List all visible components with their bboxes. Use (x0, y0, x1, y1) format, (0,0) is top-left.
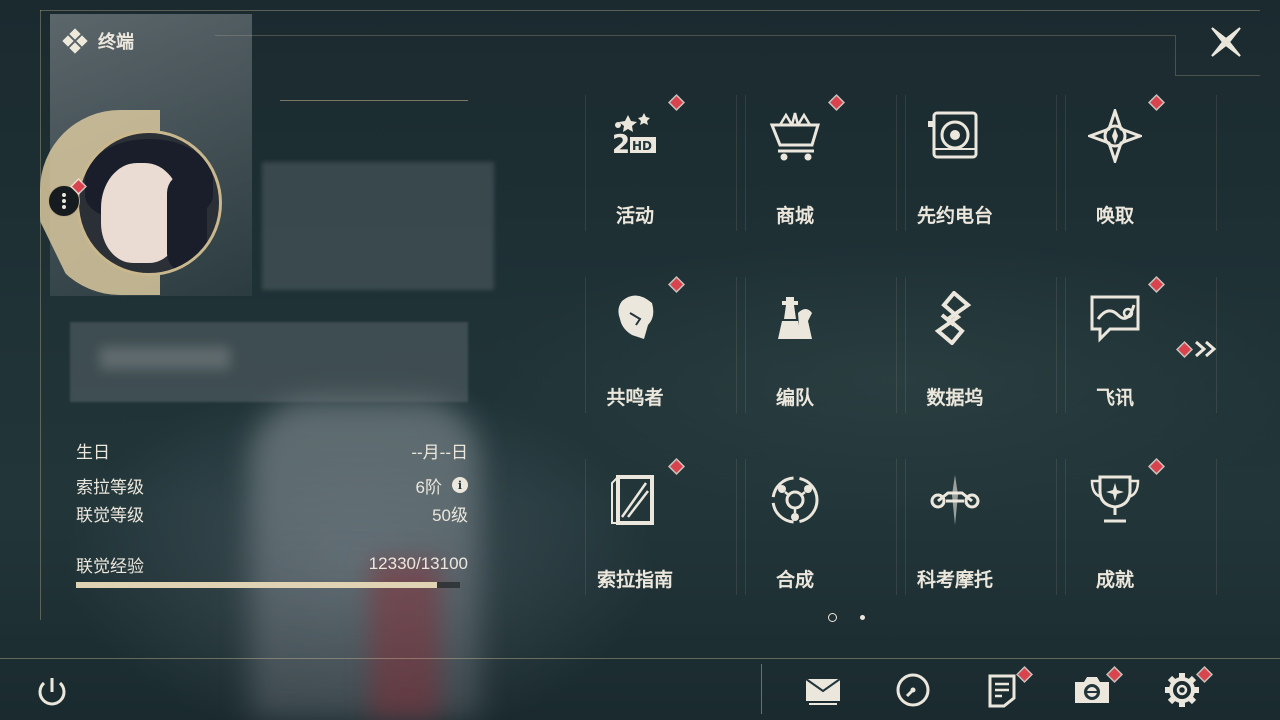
menu-item-label: 成就 (1095, 570, 1134, 591)
exp-section: 联觉经验 12330/13100 (76, 550, 468, 588)
settings-button[interactable] (1162, 670, 1202, 710)
clock-icon (896, 673, 930, 707)
sola-level-label: 索拉等级 (76, 477, 144, 497)
chat-message-icon (1090, 295, 1140, 343)
mail-button[interactable] (803, 670, 843, 710)
union-level-label: 联觉等级 (76, 505, 144, 525)
frame-line (1175, 75, 1260, 76)
menu-item-label: 数据坞 (926, 388, 984, 409)
frame-line (40, 10, 1260, 11)
window-title-text: 终端 (98, 32, 134, 52)
menu-item-label: 共鸣者 (606, 388, 664, 409)
menu-item-radio[interactable]: 先约电台 (905, 95, 1065, 231)
birthday-value: --月--日 (411, 442, 468, 462)
player-name-blurred (262, 162, 494, 290)
exp-row: 联觉经验 12330/13100 (76, 550, 468, 578)
menu-item-shop-cart[interactable]: 商城 (745, 95, 905, 231)
camera-icon (1075, 677, 1109, 703)
birthday-label: 生日 (76, 442, 110, 462)
union-level-value: 50级 (432, 505, 468, 525)
menu-item-label: 科考摩托 (916, 570, 993, 591)
menu-item-convene-star[interactable]: 唤取 (1065, 95, 1225, 231)
notice-button[interactable] (982, 670, 1022, 710)
menu-item-label: 商城 (775, 206, 814, 227)
chess-team-icon (778, 297, 812, 339)
page-dot-active[interactable] (828, 613, 837, 622)
notice-board-icon (988, 674, 1016, 708)
menu-item-label: 飞讯 (1095, 388, 1134, 409)
menu-item-trophy[interactable]: 成就 (1065, 459, 1225, 595)
svg-text:HD: HD (632, 139, 652, 153)
menu-item-event-2nd-anniversary[interactable]: 2 HD 活动 (585, 95, 745, 231)
double-chevron-right-icon (1195, 340, 1217, 358)
avatar-hair-side (167, 173, 207, 273)
menu-item-data-bank[interactable]: 数据坞 (905, 277, 1065, 413)
info-icon[interactable]: i (452, 477, 468, 493)
motorbike-icon (930, 475, 980, 525)
bottom-divider (761, 664, 762, 714)
gear-icon (1165, 673, 1199, 707)
exp-label: 联觉经验 (76, 556, 144, 576)
svg-text:2: 2 (612, 130, 630, 160)
terminal-diamond-icon (62, 28, 88, 54)
sola-level-row: 索拉等级 6阶 i (76, 471, 468, 499)
player-signature-blurred[interactable] (70, 322, 468, 402)
bottom-bar-line (0, 658, 1280, 659)
menu-item-label: 活动 (615, 206, 654, 227)
menu-item-label: 合成 (775, 570, 814, 591)
menu-item-synthesis[interactable]: 合成 (745, 459, 905, 595)
next-page-button[interactable] (1178, 340, 1219, 358)
shop-cart-icon (769, 112, 821, 161)
notification-badge (1178, 342, 1191, 356)
menu-item-resonator-head[interactable]: 共鸣者 (585, 277, 745, 413)
birthday-row: 生日 --月--日 (76, 436, 468, 464)
menu-item-label: 编队 (775, 388, 814, 409)
menu-item-chess-team[interactable]: 编队 (745, 277, 905, 413)
close-button[interactable] (1208, 24, 1244, 60)
union-level-row: 联觉等级 50级 (76, 499, 468, 527)
exp-progress-fill (76, 582, 438, 588)
page-dot[interactable] (860, 615, 865, 620)
exp-value: 12330/13100 (368, 554, 468, 573)
power-button[interactable] (32, 672, 72, 712)
menu-item-label: 先约电台 (916, 206, 993, 227)
synthesis-icon (771, 476, 819, 524)
menu-item-guidebook[interactable]: 索拉指南 (585, 459, 745, 595)
menu-item-label: 唤取 (1095, 206, 1134, 227)
close-icon (1211, 27, 1241, 57)
menu-item-label: 索拉指南 (596, 570, 673, 591)
event-2nd-anniversary-icon: 2 HD (612, 113, 656, 160)
frame-line (215, 35, 1175, 36)
profile-stats: 生日 --月--日 索拉等级 6阶 i 联觉等级 50级 (76, 436, 468, 527)
mail-icon (805, 678, 841, 705)
frame-line (40, 10, 41, 620)
convene-star-icon (1088, 109, 1142, 163)
frame-line (1175, 35, 1176, 75)
window-title: 终端 (62, 28, 134, 54)
power-icon (38, 678, 66, 706)
data-bank-icon (934, 291, 972, 345)
trophy-icon (1090, 475, 1140, 523)
avatar[interactable] (76, 130, 222, 276)
radio-icon (928, 111, 978, 159)
exp-progress-bar (76, 582, 460, 588)
clock-button[interactable] (893, 670, 933, 710)
decorative-line (280, 100, 468, 101)
more-dots-icon (62, 193, 66, 209)
sola-level-value: 6阶 (415, 477, 442, 497)
guidebook-icon (611, 475, 654, 525)
resonator-head-icon (618, 295, 654, 339)
menu-item-motorbike[interactable]: 科考摩托 (905, 459, 1065, 595)
camera-button[interactable] (1072, 670, 1112, 710)
